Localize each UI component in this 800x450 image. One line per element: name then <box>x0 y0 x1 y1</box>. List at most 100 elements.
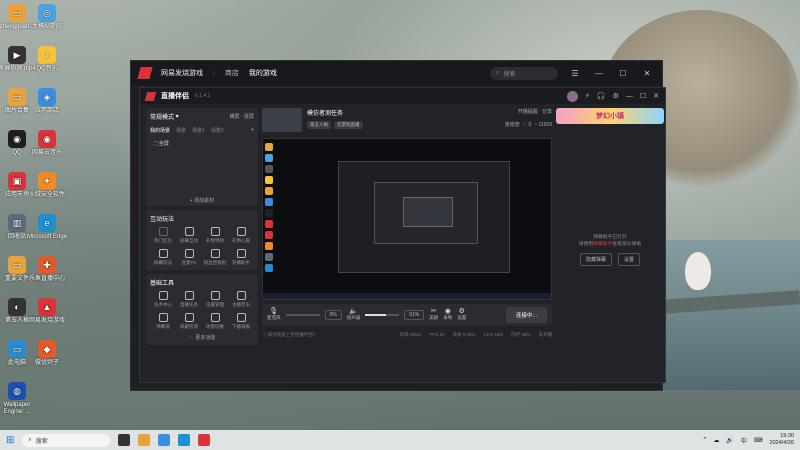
share-button[interactable]: 分享 <box>542 109 552 115</box>
stream-preview[interactable] <box>262 138 552 300</box>
mode-dropdown[interactable]: 常规模式 <box>150 112 174 121</box>
tool-item[interactable]: 礼物心愿 <box>228 227 254 244</box>
desktop-icon[interactable]: ♪ QQ音乐 <box>24 46 70 73</box>
menu-icon[interactable]: ☰ <box>568 69 582 78</box>
taskbar-app-file-explorer[interactable] <box>118 434 131 446</box>
like-count: 0 <box>528 122 532 128</box>
tab-scene-1[interactable]: 场景1 <box>192 127 205 134</box>
speaker-volume-value[interactable]: 61% <box>404 310 425 320</box>
taskbar-search-input[interactable]: ⌕ 搜索 <box>22 433 111 447</box>
tool-item[interactable]: 下播海报 <box>228 313 254 330</box>
desktop-icon[interactable]: ◎ 大模AI提问 <box>24 4 70 31</box>
add-scene-button[interactable]: + <box>251 127 254 134</box>
interactive-tools: 热门红包 屏幕互动 礼物特效 礼物心愿屏幕玩法 连麦PK 粉丝团福利 开播助手 <box>150 227 254 266</box>
tool-item[interactable]: 屏幕玩法 <box>150 249 176 266</box>
tool-item[interactable]: 屏幕互动 <box>176 227 202 244</box>
tool-label: 弹幕墙 <box>156 324 170 329</box>
desktop-icon[interactable]: ✦ 火绒安全软件 <box>24 172 70 199</box>
tool-item[interactable]: 礼物特效 <box>202 227 228 244</box>
room-title[interactable]: 模仿者测任务 <box>307 108 363 117</box>
start-button[interactable]: ⊞ <box>6 435 14 446</box>
danmu-settings-button[interactable]: 设置 <box>618 253 641 266</box>
room-tag-game[interactable]: 第五人格 <box>307 121 331 129</box>
close-button[interactable]: ✕ <box>640 69 654 78</box>
speaker-toggle[interactable]: 🔈 扬声器 <box>347 308 361 321</box>
tool-label: 直播任务 <box>180 302 198 307</box>
keyboard-icon[interactable]: ⌨ <box>754 437 763 444</box>
tray-expand-icon[interactable]: ^ <box>704 437 707 443</box>
announce-button[interactable]: 开播提醒 <box>518 109 538 115</box>
mic-volume-value[interactable]: 0% <box>324 310 342 320</box>
tool-item[interactable]: 屏蔽检测 <box>176 313 202 330</box>
room-cover[interactable] <box>262 108 302 132</box>
launcher-search-input[interactable]: ⌕ 搜索 <box>490 66 558 80</box>
maximize-button[interactable]: ☐ <box>616 69 630 78</box>
minimize-button[interactable]: — <box>592 69 606 78</box>
live-maximize-button[interactable]: ☐ <box>640 92 646 100</box>
mic-toggle[interactable]: 🎙 麦克风 <box>267 308 281 321</box>
avatar[interactable] <box>566 90 578 102</box>
help-link[interactable]: ⓘ 如何快速上手直播伴侣？ <box>262 332 317 338</box>
tool-item[interactable]: 粉丝团福利 <box>202 249 228 266</box>
status-dropped: 丢帧 0.00% <box>452 332 476 337</box>
start-live-button[interactable]: 连接中... <box>505 307 547 323</box>
record-button[interactable]: ◉ 录制 <box>443 308 452 321</box>
desktop-icon[interactable]: ▲ 网易发烧游戏 <box>24 298 70 325</box>
ime-indicator[interactable]: 中 <box>741 436 747 445</box>
nav-my-games[interactable]: 我的游戏 <box>249 68 277 78</box>
flash-icon[interactable]: ⚡ <box>585 92 590 100</box>
desktop-icon[interactable]: ◆ 做优师子 <box>24 340 70 367</box>
wallpaper-bird <box>685 252 711 290</box>
tool-item[interactable]: 设置管理 <box>202 291 228 308</box>
taskbar-app-store[interactable] <box>158 434 171 446</box>
event-banner[interactable]: 梦幻小镇 <box>556 108 664 124</box>
tool-item[interactable]: 直播任务 <box>176 291 202 308</box>
room-tag-type[interactable]: 云游戏直播 <box>334 121 363 129</box>
tab-scene[interactable]: 场景 <box>176 127 186 134</box>
beauty-button[interactable]: ✂ 美颜 <box>429 308 438 321</box>
live-close-button[interactable]: ✕ <box>653 92 659 100</box>
clock-time: 19:30 <box>780 433 794 439</box>
taskbar-app-edge[interactable] <box>178 434 191 446</box>
more-features-button[interactable]: ⋯ 更多功能 <box>150 334 254 341</box>
desktop-icon[interactable]: e Microsoft Edge <box>24 214 70 241</box>
desktop-icon[interactable]: ✚ 乐鱼直播中心 <box>24 256 70 283</box>
scene-source-item[interactable]: ⛶ 全屏 <box>150 140 254 147</box>
cloud-icon[interactable]: ☁ <box>713 437 719 444</box>
clock[interactable]: 19:30 2024/4/26 <box>770 433 794 447</box>
chevron-down-icon[interactable]: ▾ <box>174 113 179 120</box>
mic-volume-slider[interactable] <box>285 314 320 316</box>
desktop-icon[interactable]: ◉ 网易云音乐 <box>24 130 70 157</box>
orientation-toggle[interactable]: 横屏 · 竖屏 <box>230 113 254 120</box>
settings-gear-icon[interactable]: ⚙ <box>613 92 619 100</box>
desktop-icon[interactable]: ◍ Wallpaper Engine: ... <box>0 382 40 416</box>
tool-item[interactable]: 连麦PK <box>176 249 202 266</box>
app-logo-icon <box>137 67 153 79</box>
tab-scene-2[interactable]: 场景2 <box>211 127 224 134</box>
danmu-assistant-link[interactable]: 弹幕助手 <box>593 242 612 247</box>
volume-icon[interactable]: 🔊 <box>726 437 733 444</box>
add-source-button[interactable]: + 添加素材 <box>150 197 254 204</box>
fans-label: 金铭管 <box>504 122 520 128</box>
taskbar-app-live[interactable] <box>198 434 211 446</box>
tool-item[interactable]: 任务中心 <box>150 291 176 308</box>
hide-danmu-button[interactable]: 隐藏弹幕 <box>579 253 612 266</box>
tool-item[interactable]: 热门红包 <box>150 227 176 244</box>
tool-item[interactable]: 场景切换 <box>202 313 228 330</box>
tab-my-scenes[interactable]: 我的场景 <box>150 127 170 134</box>
room-info: 模仿者测任务 第五人格 云游戏直播 开播提醒 分享 金铭管 ♡ 0 ◔ 1192… <box>262 108 552 132</box>
tool-icon <box>184 227 194 236</box>
desktop-icon-label: Wallpaper Engine: ... <box>3 402 31 415</box>
tool-item[interactable]: 弹幕墙 <box>150 313 176 330</box>
speaker-volume-slider[interactable] <box>365 314 400 316</box>
desktop-icon[interactable]: ◈ 应用商店 <box>24 88 70 115</box>
settings-button[interactable]: ⚙ 设置 <box>457 308 466 321</box>
tool-item[interactable]: 开播助手 <box>228 249 254 266</box>
status-memory: 内存 48% <box>511 332 531 337</box>
tool-icon <box>184 313 194 322</box>
tool-item[interactable]: 主播音乐 <box>228 291 254 308</box>
live-minimize-button[interactable]: — <box>626 93 633 100</box>
headset-icon[interactable]: 🎧 <box>597 92 606 100</box>
taskbar-app-folder[interactable] <box>138 434 151 446</box>
nav-store[interactable]: 商店 <box>225 68 239 78</box>
